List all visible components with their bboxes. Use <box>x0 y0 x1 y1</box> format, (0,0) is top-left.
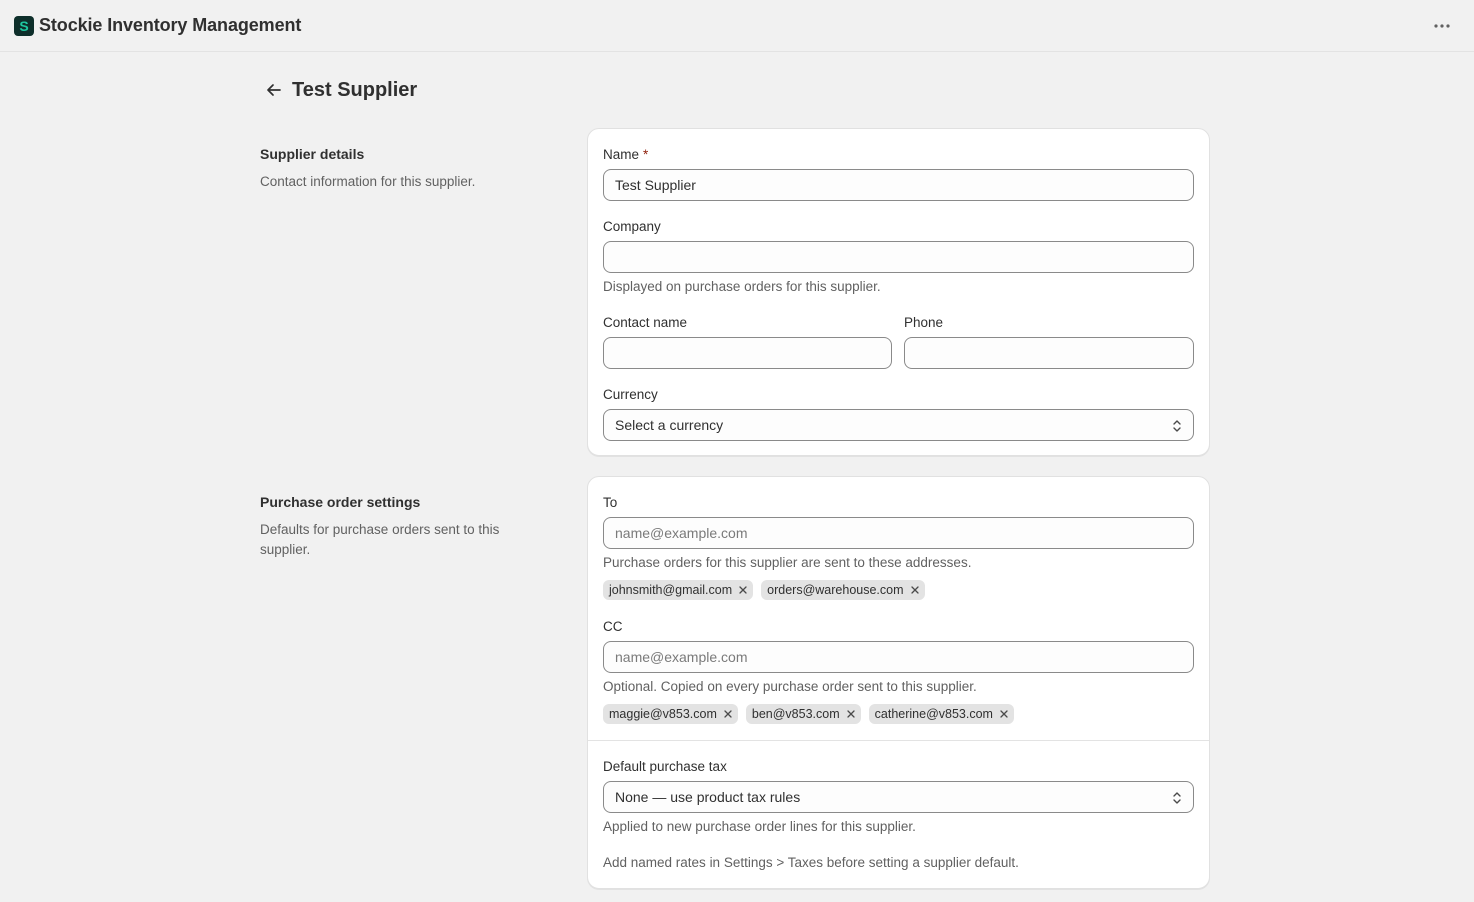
phone-field[interactable] <box>904 337 1194 369</box>
company-label: Company <box>603 219 661 234</box>
to-email-input[interactable] <box>615 525 1193 541</box>
company-field[interactable] <box>603 241 1194 273</box>
currency-selected-value: Select a currency <box>615 417 724 433</box>
default-tax-note: Add named rates in Settings > Taxes befo… <box>603 855 1019 870</box>
remove-tag-button[interactable] <box>910 585 920 595</box>
section-description: Contact information for this supplier. <box>260 174 476 189</box>
po-settings-section: Purchase order settings Defaults for pur… <box>260 494 530 560</box>
top-bar: S Stockie Inventory Management <box>0 0 1474 52</box>
currency-select[interactable]: Select a currency <box>603 409 1194 441</box>
default-tax-label: Default purchase tax <box>603 759 727 774</box>
email-tag-label: johnsmith@gmail.com <box>609 583 733 597</box>
section-description: Defaults for purchase orders sent to thi… <box>260 522 500 557</box>
company-input[interactable] <box>615 249 1193 265</box>
page-header: Test Supplier <box>260 74 417 106</box>
email-tag: ben@v853.com <box>745 704 861 724</box>
default-tax-help: Applied to new purchase order lines for … <box>603 819 916 834</box>
supplier-details-card: Name* Company Displayed on purchase orde… <box>587 128 1210 456</box>
app-logo-icon: S <box>14 15 34 36</box>
supplier-details-section: Supplier details Contact information for… <box>260 146 550 192</box>
contact-name-input[interactable] <box>615 345 891 361</box>
ellipsis-icon <box>1434 24 1450 28</box>
po-settings-card: To Purchase orders for this supplier are… <box>587 476 1210 889</box>
arrow-left-icon <box>267 84 281 96</box>
currency-label: Currency <box>603 387 658 402</box>
company-help: Displayed on purchase orders for this su… <box>603 279 881 294</box>
name-label-text: Name <box>603 147 640 162</box>
close-icon <box>846 710 855 718</box>
page-title: Test Supplier <box>292 78 418 101</box>
close-icon <box>1000 710 1008 718</box>
phone-label: Phone <box>904 315 944 330</box>
name-field[interactable] <box>603 169 1194 201</box>
close-icon <box>739 586 747 594</box>
close-icon <box>910 586 919 594</box>
email-tag: maggie@v853.com <box>603 704 738 724</box>
contact-name-label: Contact name <box>603 315 688 330</box>
remove-tag-button[interactable] <box>738 585 748 595</box>
email-tag: johnsmith@gmail.com <box>603 580 754 600</box>
select-chevron-icon <box>1173 792 1181 804</box>
required-mark: * <box>643 147 649 162</box>
remove-tag-button[interactable] <box>846 709 856 719</box>
cc-email-field[interactable] <box>603 641 1194 673</box>
to-email-field[interactable] <box>603 517 1194 549</box>
to-help: Purchase orders for this supplier are se… <box>603 555 972 570</box>
section-title: Purchase order settings <box>260 494 421 510</box>
name-input[interactable] <box>615 177 1193 193</box>
app-logo-letter: S <box>19 17 29 34</box>
default-tax-selected-value: None — use product tax rules <box>615 789 801 805</box>
contact-name-field[interactable] <box>603 337 892 369</box>
more-actions-button[interactable] <box>1430 16 1454 36</box>
cc-tags: maggie@v853.com ben@v853.com catherine@v… <box>603 704 1014 724</box>
email-tag-label: maggie@v853.com <box>609 707 717 721</box>
email-tag-label: catherine@v853.com <box>874 707 993 721</box>
close-icon <box>724 710 732 718</box>
app-title: Stockie Inventory Management <box>39 15 302 35</box>
cc-help: Optional. Copied on every purchase order… <box>603 679 977 694</box>
cc-email-input[interactable] <box>615 649 1193 665</box>
email-tag: orders@warehouse.com <box>761 580 925 600</box>
card-divider <box>588 740 1209 741</box>
remove-tag-button[interactable] <box>999 709 1009 719</box>
back-button[interactable] <box>260 76 288 104</box>
section-title: Supplier details <box>260 146 365 162</box>
to-label: To <box>603 495 618 510</box>
email-tag-label: orders@warehouse.com <box>767 583 904 597</box>
select-chevron-icon <box>1173 420 1181 432</box>
phone-input[interactable] <box>916 345 1193 361</box>
email-tag: catherine@v853.com <box>868 704 1014 724</box>
email-tag-label: ben@v853.com <box>751 707 840 721</box>
name-label: Name * <box>603 147 648 162</box>
default-tax-select[interactable]: None — use product tax rules <box>603 781 1194 813</box>
remove-tag-button[interactable] <box>723 709 733 719</box>
cc-label: CC <box>603 619 623 634</box>
to-tags: johnsmith@gmail.com orders@warehouse.com <box>603 580 925 600</box>
